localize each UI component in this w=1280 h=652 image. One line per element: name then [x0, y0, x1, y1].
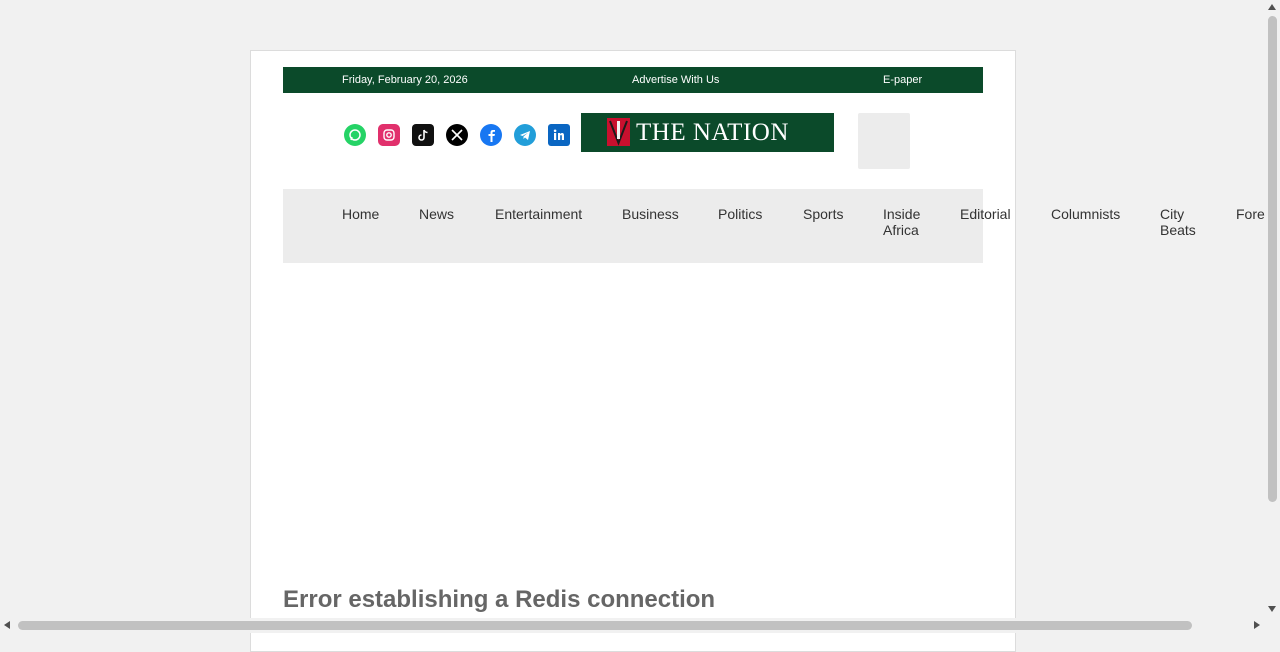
nav-item-politics[interactable]: Politics	[718, 206, 762, 222]
scroll-up-arrow-icon[interactable]	[1268, 4, 1276, 10]
nav-item-columnists[interactable]: Columnists	[1051, 206, 1120, 222]
current-date: Friday, February 20, 2026	[342, 74, 468, 86]
logo-wordmark: THE NATION	[636, 119, 789, 146]
ad-placeholder	[858, 113, 910, 169]
nav-item-inside-africa[interactable]: Inside Africa	[883, 206, 933, 238]
error-message: Error establishing a Redis connection	[283, 586, 716, 613]
nav-item-news[interactable]: News	[419, 206, 454, 222]
top-bar: Friday, February 20, 2026 Advertise With…	[283, 67, 983, 93]
main-nav	[283, 189, 983, 263]
logo-emblem-icon	[607, 118, 630, 146]
x-icon[interactable]	[446, 124, 468, 146]
instagram-icon[interactable]	[378, 124, 400, 146]
scroll-left-arrow-icon[interactable]	[4, 621, 10, 629]
vertical-scrollbar[interactable]	[1265, 0, 1280, 618]
vertical-scroll-thumb[interactable]	[1268, 16, 1277, 502]
nav-item-fore[interactable]: Fore	[1236, 206, 1265, 222]
horizontal-scrollbar[interactable]	[0, 618, 1265, 633]
telegram-icon[interactable]	[514, 124, 536, 146]
advertise-link[interactable]: Advertise With Us	[632, 74, 719, 86]
scrollbar-corner	[1265, 618, 1280, 633]
epaper-link[interactable]: E-paper	[883, 74, 922, 86]
nav-item-home[interactable]: Home	[342, 206, 379, 222]
facebook-icon[interactable]	[480, 124, 502, 146]
nav-item-sports[interactable]: Sports	[803, 206, 843, 222]
site-logo[interactable]: THE NATION	[581, 113, 834, 152]
nav-item-editorial[interactable]: Editorial	[960, 206, 1011, 222]
scroll-right-arrow-icon[interactable]	[1254, 621, 1260, 629]
tiktok-icon[interactable]	[412, 124, 434, 146]
nav-item-entertainment[interactable]: Entertainment	[495, 206, 582, 222]
whatsapp-icon[interactable]	[344, 124, 366, 146]
scroll-down-arrow-icon[interactable]	[1268, 606, 1276, 612]
nav-item-business[interactable]: Business	[622, 206, 679, 222]
nav-item-city-beats[interactable]: City Beats	[1160, 206, 1204, 238]
horizontal-scroll-thumb[interactable]	[18, 621, 1192, 630]
linkedin-icon[interactable]	[548, 124, 570, 146]
